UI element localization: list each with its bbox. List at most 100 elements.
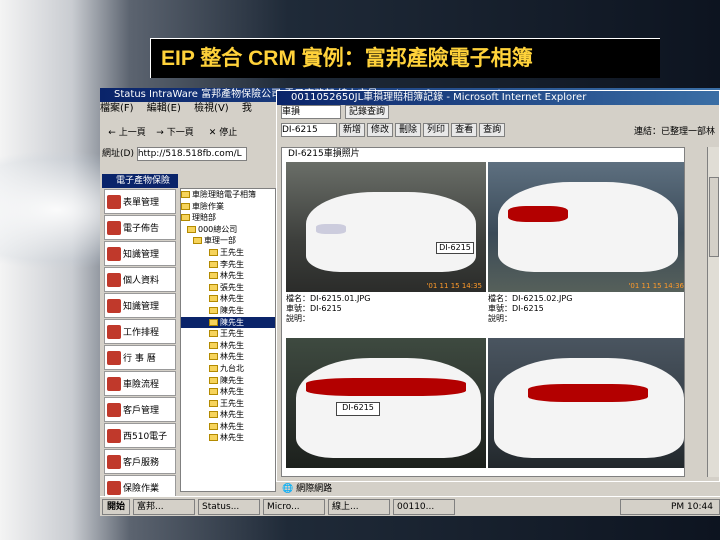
sidebar-item-label: 行 事 曆: [123, 354, 156, 364]
tree-item[interactable]: 李先生: [181, 259, 275, 271]
tree-item[interactable]: 林先生: [181, 270, 275, 282]
car-body: [494, 358, 684, 458]
tree-item[interactable]: 林先生: [181, 340, 275, 352]
sidebar-item-label: 表單管理: [123, 198, 160, 208]
record-select[interactable]: DI-6215: [281, 123, 337, 137]
sidebar-item[interactable]: 表單管理: [104, 189, 176, 214]
tree-item[interactable]: 林先生: [181, 351, 275, 363]
tree-item-label: 車險作業: [192, 201, 224, 211]
taskbar: 開始 富邦... Status... Micro... 線上... 00110.…: [100, 496, 720, 516]
tree-item[interactable]: 陳先生: [181, 375, 275, 387]
stop-button[interactable]: ✕ 停止: [202, 125, 244, 138]
car-photo[interactable]: DI-6215 '01 11 15 14:35: [286, 162, 486, 292]
tree-item[interactable]: 林先生: [181, 421, 275, 433]
menu-view[interactable]: 檢視(V): [194, 103, 229, 114]
start-button[interactable]: 開始: [102, 498, 131, 515]
tree-item[interactable]: 王先生: [181, 398, 275, 410]
app-icon: [107, 428, 121, 443]
sidebar-item[interactable]: 個人資料: [104, 267, 176, 292]
knowledge-icon: [107, 246, 121, 261]
menu-fav[interactable]: 我: [242, 103, 252, 114]
sidebar-item[interactable]: 行 事 曆: [104, 345, 176, 370]
tree-item-label: 林先生: [220, 271, 244, 281]
taskbar-item[interactable]: 富邦...: [133, 498, 196, 515]
delete-button[interactable]: 刪除: [395, 123, 422, 137]
tree-item[interactable]: 000總公司: [181, 224, 275, 236]
tree-item[interactable]: 林先生: [181, 432, 275, 444]
sidebar-item[interactable]: 電子佈告: [104, 215, 176, 240]
scrollbar-thumb[interactable]: [709, 177, 719, 257]
sidebar: 電子產物保險 表單管理 電子佈告 知識管理 個人資料 知識管理 工作排程 行 事…: [102, 174, 178, 500]
tree-item-label: 林先生: [220, 340, 244, 350]
query-button[interactable]: 查詢: [479, 123, 506, 137]
tree-item-label: 車理一部: [204, 236, 236, 246]
tree-item[interactable]: 九台北: [181, 363, 275, 375]
sidebar-item-label: 西510電子: [123, 432, 168, 442]
tree-item[interactable]: 張先生: [181, 282, 275, 294]
album-status-bar: 🌐 網際網路: [276, 482, 720, 496]
profile-icon: [107, 272, 121, 287]
customer-icon: [107, 402, 121, 417]
taskbar-item[interactable]: Status...: [198, 498, 261, 515]
taskbar-item[interactable]: Micro...: [263, 498, 326, 515]
car-photo[interactable]: '01 11 15 14:36: [488, 162, 684, 292]
tree-item-label: 陳先生: [220, 317, 244, 327]
tree-item[interactable]: 林先生: [181, 386, 275, 398]
tree-item[interactable]: 林先生: [181, 293, 275, 305]
knowledge-icon: [107, 298, 121, 313]
car-icon: [107, 376, 121, 391]
service-icon: [107, 454, 121, 469]
menu-file[interactable]: 檔案(F): [100, 103, 134, 114]
print-button[interactable]: 列印: [423, 123, 450, 137]
car-photo[interactable]: DI-6215: [286, 338, 486, 468]
tree-item[interactable]: 林先生: [181, 409, 275, 421]
sidebar-item[interactable]: 工作排程: [104, 319, 176, 344]
tree-item[interactable]: 陳先生: [181, 305, 275, 317]
folder-icon: [209, 272, 218, 280]
tail-light: [528, 384, 648, 402]
sidebar-item[interactable]: 客戶管理: [104, 397, 176, 422]
sidebar-item[interactable]: 知識管理: [104, 241, 176, 266]
photo-caption: 檔名：DI-6215.02.JPG 車號：DI-6215 說明：: [488, 294, 684, 324]
car-photo[interactable]: [488, 338, 684, 468]
tail-light: [508, 206, 568, 222]
add-button[interactable]: 新增: [339, 123, 366, 137]
tree-item[interactable]: 王先生: [181, 247, 275, 259]
view-button[interactable]: 查看: [451, 123, 478, 137]
folder-icon: [209, 248, 218, 256]
folder-icon: [181, 202, 190, 210]
folder-icon: [209, 388, 218, 396]
address-input[interactable]: http://518.518fb.com/L: [136, 146, 247, 161]
album-title: DI-6215車損照片: [288, 149, 360, 159]
forward-button[interactable]: → 下一頁: [154, 125, 196, 138]
sidebar-item-label: 電子佈告: [123, 224, 160, 234]
folder-icon: [181, 214, 190, 222]
edit-button[interactable]: 修改: [367, 123, 394, 137]
sidebar-item[interactable]: 西510電子: [104, 423, 176, 448]
tree-item[interactable]: 王先生: [181, 328, 275, 340]
search-button[interactable]: 記錄查詢: [345, 105, 390, 119]
address-label: 網址(D): [102, 149, 134, 159]
tree-item-selected[interactable]: 陳先生: [181, 316, 275, 329]
search-select[interactable]: 車損: [281, 105, 341, 119]
album-search-bar: 車損 記錄查詢: [277, 105, 719, 121]
photo-timestamp: '01 11 15 14:35: [426, 282, 483, 290]
folder-icon: [193, 237, 202, 245]
tree-item[interactable]: 車理一部: [181, 235, 275, 247]
sidebar-item[interactable]: 車險流程: [104, 371, 176, 396]
tree-item[interactable]: 車險作業: [181, 201, 275, 213]
tree-item[interactable]: 車險理賠電子相簿: [181, 189, 275, 201]
tree-item-label: 張先生: [220, 282, 244, 292]
tree-item-label: 陳先生: [220, 375, 244, 385]
taskbar-item[interactable]: 線上...: [328, 498, 391, 515]
back-button[interactable]: ← 上一頁: [106, 125, 148, 138]
sidebar-item[interactable]: 知識管理: [104, 293, 176, 318]
taskbar-item[interactable]: 00110...: [393, 498, 456, 515]
tree-item[interactable]: 理賠部: [181, 212, 275, 224]
menu-edit[interactable]: 編輯(E): [147, 103, 181, 114]
tree-item-label: 林先生: [220, 352, 244, 362]
form-icon: [107, 194, 121, 209]
link-text[interactable]: 連結：已整理一部林: [634, 124, 715, 137]
vertical-scrollbar[interactable]: [707, 147, 719, 477]
sidebar-item[interactable]: 客戶服務: [104, 449, 176, 474]
